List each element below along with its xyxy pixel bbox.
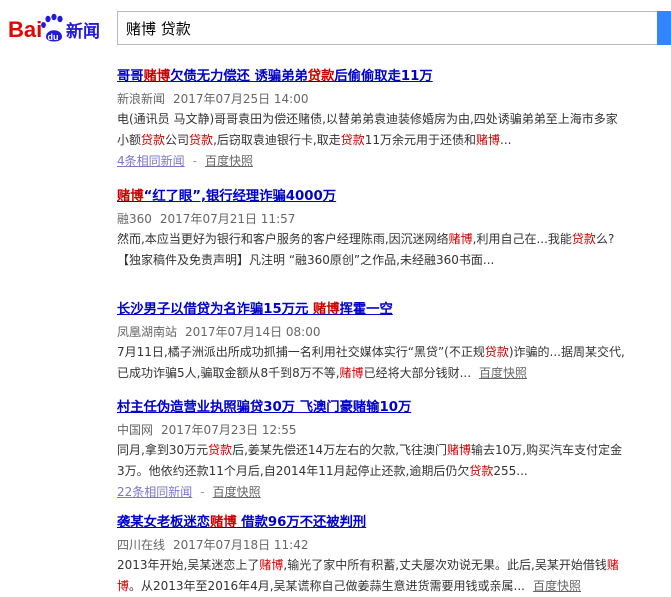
result-date: 2017年07月14日 08:00 (185, 325, 321, 339)
logo-text-news: 新闻 (66, 21, 100, 42)
result-title-link[interactable]: 长沙男子以借贷为名诈骗15万元 赌博挥霍一空 (117, 301, 671, 319)
result-date: 2017年07月25日 14:00 (173, 92, 309, 106)
result-source: 中国网 (117, 423, 154, 437)
result-summary: 然而,本应当更好为银行和客户服务的客户经理陈雨,因沉迷网络赌博,利用自己在...… (117, 232, 615, 267)
snapshot-link[interactable]: 百度快照 (479, 366, 527, 380)
header: Bai du 新闻 (0, 0, 671, 62)
result-links: 4条相同新闻 - 百度快照 (117, 154, 253, 168)
result-item: 村主任伪造营业执照骗贷30万 飞澳门豪赌输10万 中国网 2017年07月23日 … (117, 399, 671, 502)
snapshot-link[interactable]: 百度快照 (213, 485, 261, 499)
result-summary: 电(通讯员 马文静)哥哥袁田为偿还赌债,以替弟弟袁迪装修婚房为由,四处诱骗弟弟至… (117, 112, 618, 147)
result-meta: 四川在线 2017年07月18日 11:42 (117, 536, 671, 554)
search-button[interactable] (657, 11, 671, 45)
result-date: 2017年07月18日 11:42 (173, 538, 309, 552)
result-meta: 中国网 2017年07月23日 12:55 (117, 421, 671, 439)
snapshot-link[interactable]: 百度快照 (533, 579, 581, 593)
related-news-link[interactable]: 4条相同新闻 (117, 154, 185, 168)
result-source: 新浪新闻 (117, 92, 166, 106)
result-summary: 2013年开始,吴某迷恋上了赌博,输光了家中所有积蓄,丈夫屡次劝说无果。此后,吴… (117, 558, 619, 593)
result-meta: 新浪新闻 2017年07月25日 14:00 (117, 90, 671, 108)
result-source: 凤凰湖南站 (117, 325, 178, 339)
result-title-link[interactable]: 赌博“红了眼”,银行经理诈骗4000万 (117, 188, 671, 206)
search-box (117, 11, 657, 45)
result-title-link[interactable]: 哥哥赌博欠债无力偿还 诱骗弟弟贷款后偷偷取走11万 (117, 68, 671, 86)
baidu-news-logo[interactable]: Bai du 新闻 (8, 13, 108, 47)
related-news-link[interactable]: 22条相同新闻 (117, 485, 192, 499)
result-meta: 融360 2017年07月21日 11:57 (117, 210, 671, 228)
paw-icon: du (41, 13, 63, 42)
result-title-link[interactable]: 村主任伪造营业执照骗贷30万 飞澳门豪赌输10万 (117, 399, 671, 417)
result-links: 22条相同新闻 - 百度快照 (117, 485, 261, 499)
result-title-link[interactable]: 袭某女老板迷恋赌博 借款96万不还被判刑 (117, 514, 671, 532)
result-meta: 凤凰湖南站 2017年07月14日 08:00 (117, 323, 671, 341)
result-item: 哥哥赌博欠债无力偿还 诱骗弟弟贷款后偷偷取走11万 新浪新闻 2017年07月25… (117, 68, 671, 171)
result-summary: 7月11日,橘子洲派出所成功抓捕一名利用社交媒体实行“黑贷”(不正规贷款)诈骗的… (117, 345, 625, 380)
result-date: 2017年07月21日 11:57 (159, 212, 296, 226)
snapshot-link[interactable]: 百度快照 (205, 154, 253, 168)
result-summary: 同月,拿到30万元贷款后,姜某先偿还14万左右的欠款,飞往澳门赌博输去10万,购… (117, 443, 623, 478)
result-source: 融360 (117, 212, 152, 226)
result-date: 2017年07月23日 12:55 (161, 423, 297, 437)
result-item: 长沙男子以借贷为名诈骗15万元 赌博挥霍一空 凤凰湖南站 2017年07月14日 … (117, 301, 671, 384)
result-item: 赌博“红了眼”,银行经理诈骗4000万 融360 2017年07月21日 11:5… (117, 188, 671, 271)
result-item: 袭某女老板迷恋赌博 借款96万不还被判刑 四川在线 2017年07月18日 11:… (117, 514, 671, 597)
svg-text:du: du (48, 32, 59, 42)
search-input[interactable] (126, 12, 646, 44)
logo-text-bai: Bai (8, 17, 42, 42)
result-source: 四川在线 (117, 538, 166, 552)
